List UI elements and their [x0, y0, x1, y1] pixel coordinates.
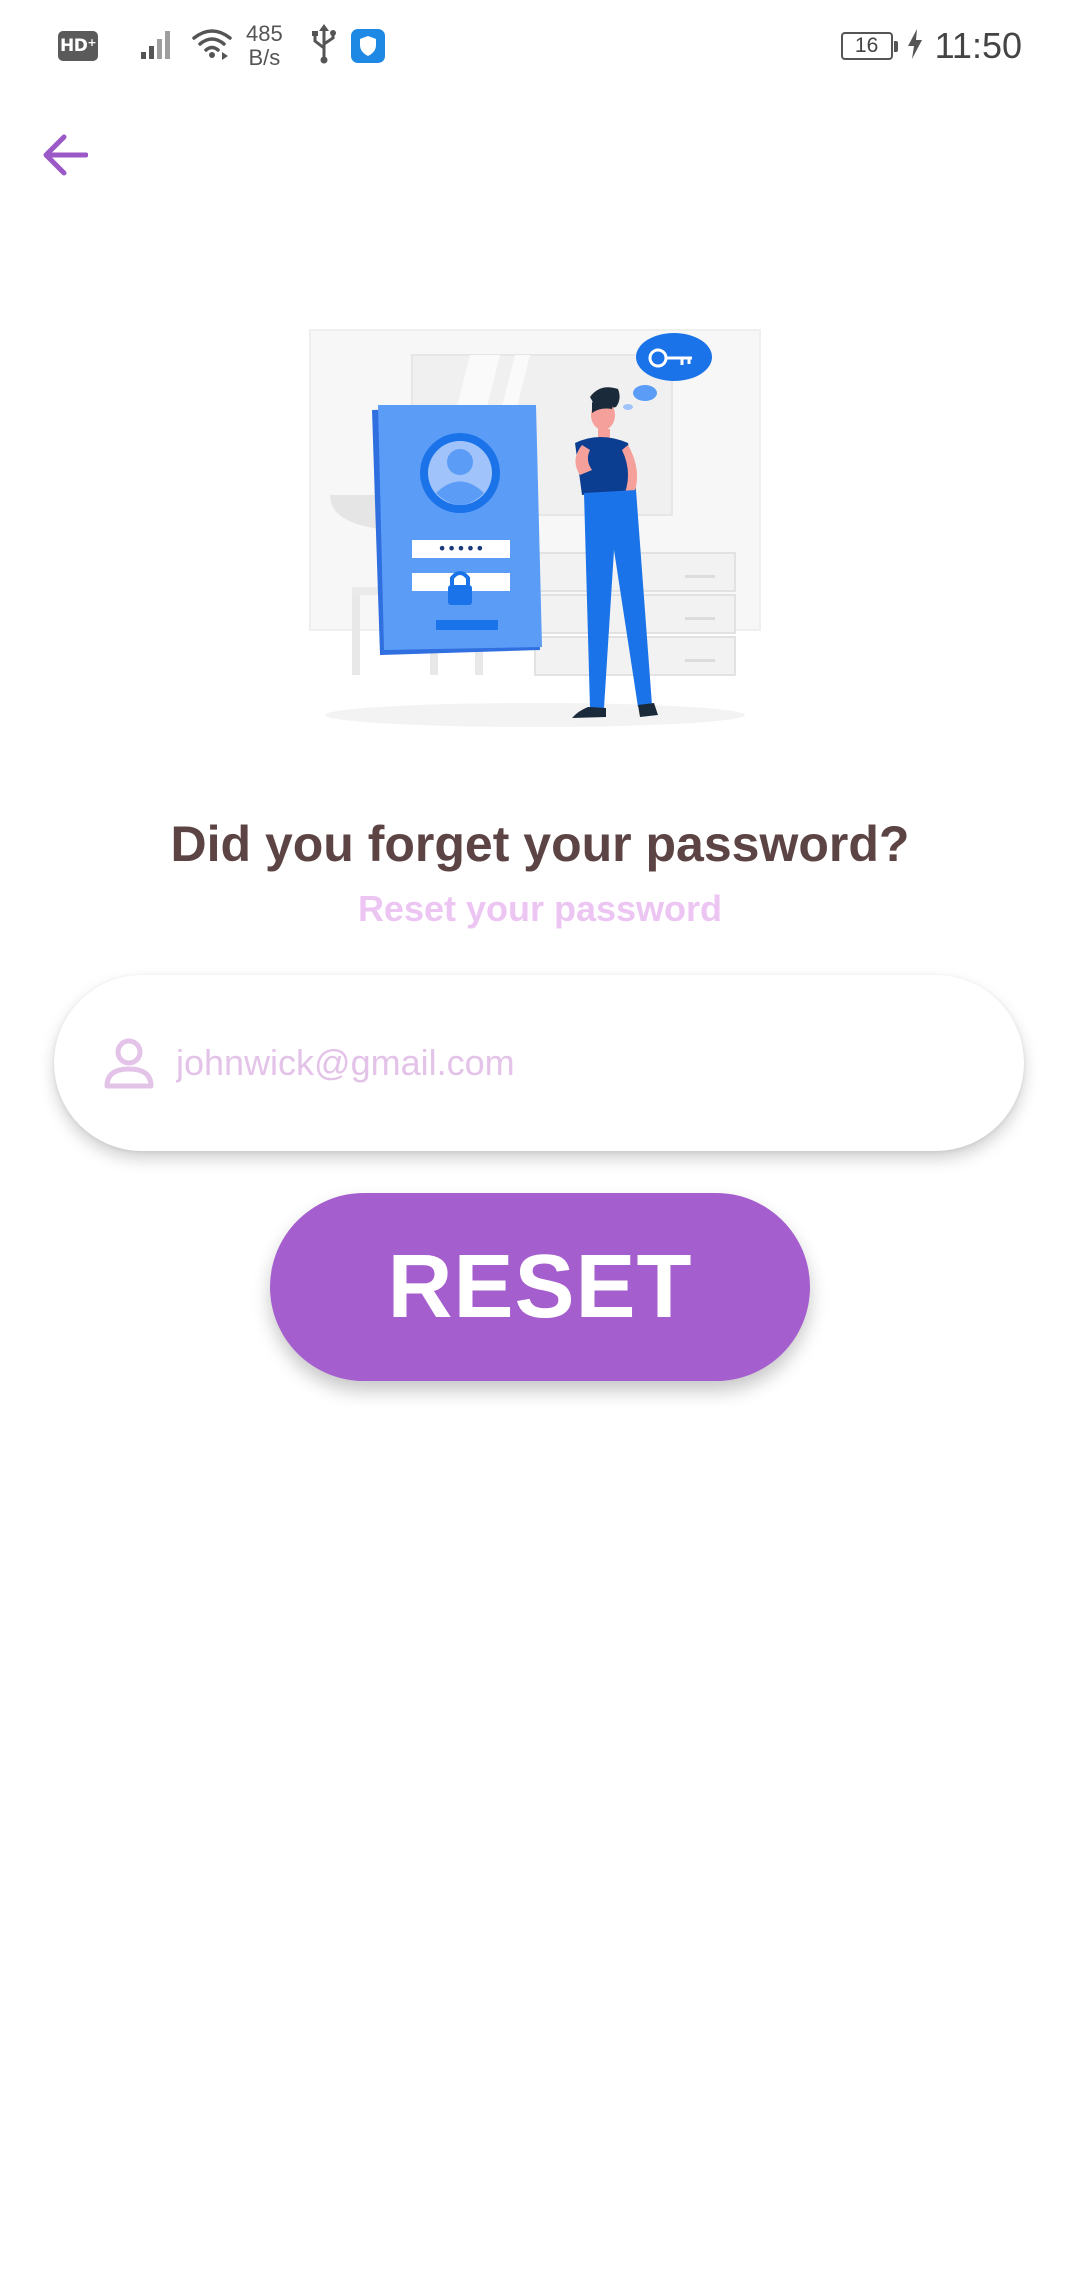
- network-speed-unit: B/s: [248, 45, 281, 70]
- battery-level: 16: [854, 34, 879, 57]
- email-field[interactable]: [54, 975, 1024, 1151]
- network-speed: 485 B/s: [246, 22, 283, 70]
- hd-icon: HD +: [58, 31, 98, 61]
- status-bar-left: HD + 485 B/s: [58, 20, 385, 72]
- person-icon: [100, 1034, 158, 1092]
- network-speed-value: 485: [246, 21, 283, 46]
- back-button[interactable]: [30, 120, 100, 190]
- status-bar-right: 16 11:50: [840, 20, 1022, 72]
- shield-icon: [350, 29, 385, 63]
- reset-button[interactable]: RESET: [270, 1193, 810, 1381]
- page-title: Did you forget your password?: [170, 816, 910, 872]
- hd-label: HD: [59, 36, 88, 56]
- forgot-password-illustration: •••••: [300, 325, 780, 745]
- signal-icon: [140, 28, 178, 65]
- page-subtitle: Reset your password: [357, 888, 723, 929]
- battery-icon: 16: [840, 32, 898, 60]
- password-mask: •••••: [437, 539, 484, 558]
- clock: 11:50: [934, 25, 1022, 66]
- email-input[interactable]: [174, 1041, 978, 1085]
- status-bar: HD + 485 B/s 16 11:50: [0, 0, 1080, 92]
- charging-icon: [907, 28, 923, 64]
- arrow-left-icon: [43, 134, 88, 176]
- usb-icon: [311, 23, 337, 69]
- wifi-icon: [192, 28, 232, 65]
